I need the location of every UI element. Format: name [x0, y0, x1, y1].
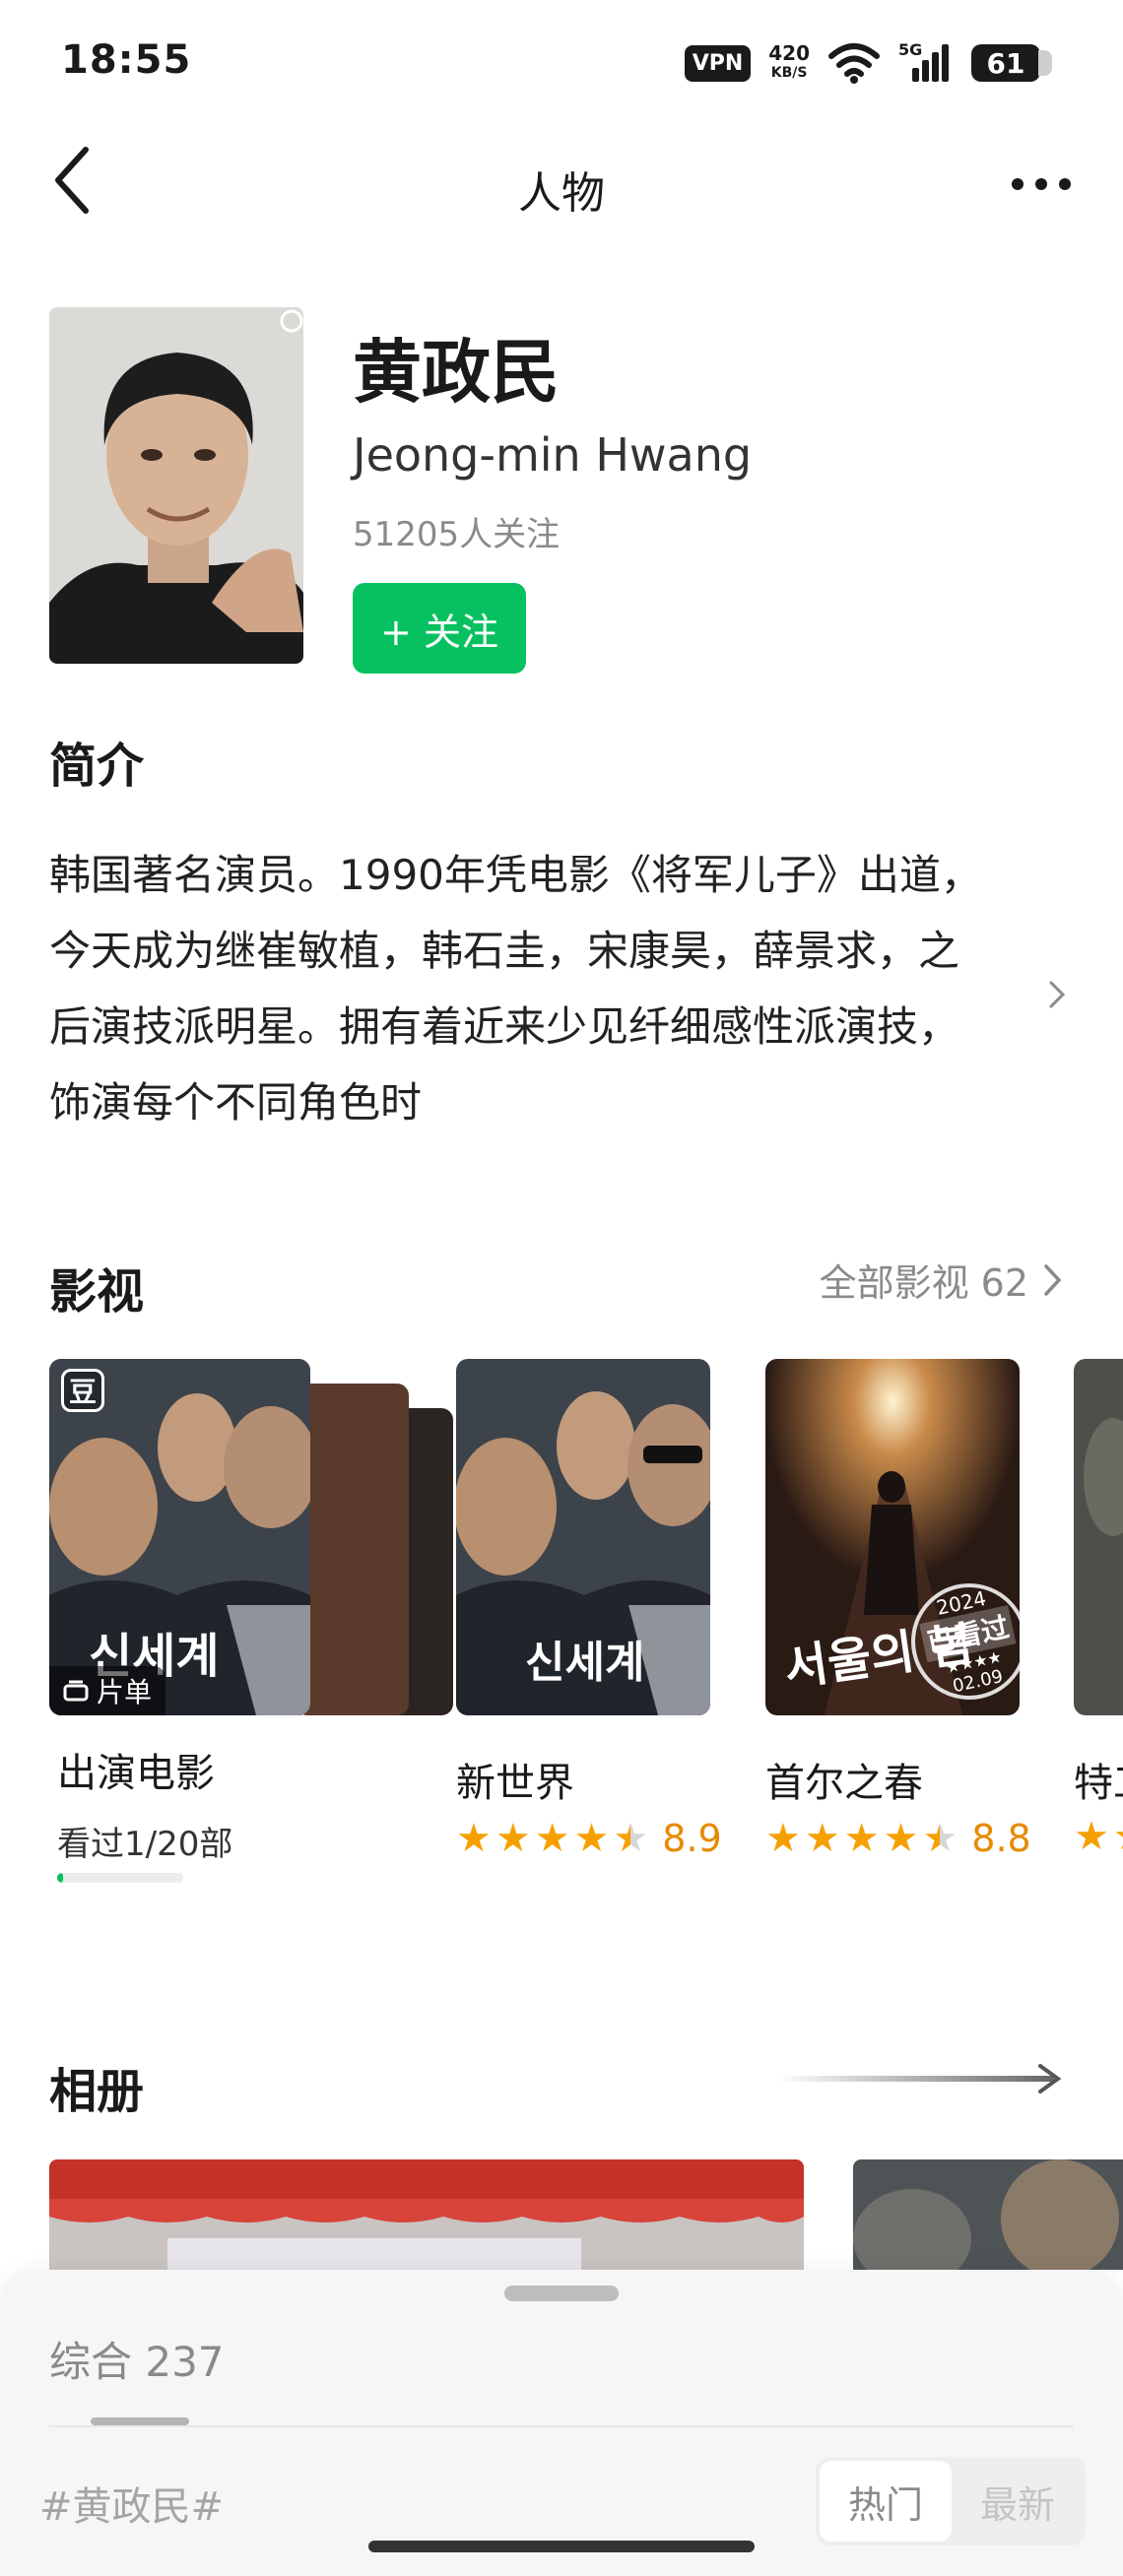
status-bar: 18:55 VPN 420 KB/S 5G 61	[0, 0, 1123, 128]
playlist-progress-fill	[57, 1873, 64, 1883]
intro-text[interactable]: 韩国著名演员。1990年凭电影《将军儿子》出道，今天成为继崔敏植，韩石圭，宋康昊…	[49, 837, 995, 1140]
hashtag-label[interactable]: #黄政民#	[39, 2475, 224, 2532]
all-films-label: 全部影视 62	[819, 1261, 1028, 1305]
sort-hot-button[interactable]: 热门	[820, 2461, 952, 2542]
intro-section-title: 简介	[49, 739, 145, 794]
star-icon: ★	[1074, 1817, 1109, 1856]
signal-indicator: 5G	[898, 40, 954, 84]
album-photo-image	[49, 2159, 804, 2270]
chevron-right-icon[interactable]	[1042, 980, 1072, 1009]
network-speed-value: 420	[768, 41, 810, 65]
sheet-drag-handle[interactable]	[504, 2286, 619, 2301]
star-icon: ★	[534, 1816, 570, 1861]
tab-indicator	[91, 2417, 189, 2425]
playlist-card[interactable]: 신세계 豆 片单	[49, 1359, 453, 1715]
network-speed-unit: KB/S	[770, 65, 808, 81]
star-icon: ★	[456, 1816, 492, 1861]
status-time: 18:55	[61, 37, 192, 83]
album-section-title: 相册	[49, 2064, 145, 2119]
more-button[interactable]	[997, 150, 1086, 219]
actor-name: 黄政民	[353, 332, 560, 413]
actor-photo[interactable]	[49, 307, 303, 664]
film-score: 8.9	[662, 1817, 722, 1860]
film-rating: ★ ★ ★ ★ ★ 8.9	[456, 1817, 722, 1860]
star-icon: ★	[573, 1816, 610, 1861]
film-rating: ★★	[1074, 1817, 1123, 1856]
album-photo[interactable]	[49, 2159, 804, 2270]
film-title[interactable]: 新世界	[456, 1751, 574, 1808]
all-films-link[interactable]: 全部影视 62	[820, 1253, 1064, 1307]
playlist-progress-track	[57, 1873, 183, 1883]
actor-english-name: Jeong-min Hwang	[353, 428, 753, 482]
more-dot	[1012, 178, 1024, 190]
bottom-sheet[interactable]: 综合 237 #黄政民# 热门 最新	[0, 2270, 1123, 2576]
film-poster-image	[1074, 1359, 1123, 1715]
actor-portrait-image	[49, 307, 303, 664]
album-photo-image	[853, 2159, 1123, 2270]
more-dot	[1035, 178, 1047, 190]
top-nav-bar: 人物	[0, 128, 1123, 236]
battery-icon: 61	[971, 44, 1052, 82]
star-icon: ★	[1113, 1817, 1123, 1856]
film-poster[interactable]: 신세계	[456, 1359, 710, 1715]
page-title: 人物	[518, 168, 605, 219]
film-title[interactable]: 首尔之春	[765, 1751, 923, 1808]
star-icon: ★	[804, 1816, 840, 1861]
album-arrow-icon[interactable]	[778, 2062, 1070, 2097]
star-icon: ★	[765, 1816, 801, 1861]
follow-button[interactable]: + 关注	[353, 583, 526, 674]
signal-icon	[912, 44, 949, 82]
star-icon: ★	[883, 1816, 919, 1861]
sheet-divider	[49, 2425, 1074, 2427]
tab-all[interactable]: 综合 237	[49, 2329, 225, 2389]
sort-toggle: 热门 最新	[816, 2457, 1086, 2545]
playlist-cover: 신세계 豆 片单	[49, 1359, 310, 1715]
douban-badge: 豆	[61, 1369, 104, 1412]
network-speed: 420 KB/S	[768, 43, 810, 83]
playlist-label[interactable]: 出演电影	[57, 1741, 215, 1798]
playlist-tag-label: 片单	[97, 1676, 153, 1708]
sort-new-button[interactable]: 最新	[954, 2461, 1082, 2542]
playlist-progress-text: 看过1/20部	[57, 1825, 233, 1864]
album-photo[interactable]	[853, 2159, 1123, 2270]
star-half-icon: ★	[922, 1816, 958, 1861]
vpn-badge: VPN	[684, 44, 752, 82]
star-half-icon: ★	[613, 1816, 649, 1861]
chevron-right-icon	[1044, 1263, 1062, 1296]
wifi-icon	[828, 43, 880, 84]
star-icon: ★	[495, 1816, 531, 1861]
home-indicator	[368, 2541, 755, 2552]
film-title[interactable]: 特工	[1074, 1751, 1123, 1808]
more-dot	[1059, 178, 1071, 190]
films-section-title: 影视	[49, 1264, 145, 1320]
status-icons: VPN 420 KB/S 5G 61	[684, 39, 1052, 87]
film-poster[interactable]: 서울의 봄 2024 已看过 ★★★★ 02.09	[765, 1359, 1020, 1715]
playlist-stack-middle	[296, 1384, 409, 1715]
film-poster[interactable]	[1074, 1359, 1123, 1715]
film-rating: ★ ★ ★ ★ ★ 8.8	[765, 1817, 1031, 1860]
follower-count: 51205人关注	[353, 515, 561, 554]
playlist-icon	[63, 1680, 89, 1702]
playlist-tag: 片单	[49, 1666, 166, 1715]
film-score: 8.8	[971, 1817, 1031, 1860]
film-poster-title: 신세계	[525, 1638, 645, 1688]
star-icon: ★	[843, 1816, 880, 1861]
